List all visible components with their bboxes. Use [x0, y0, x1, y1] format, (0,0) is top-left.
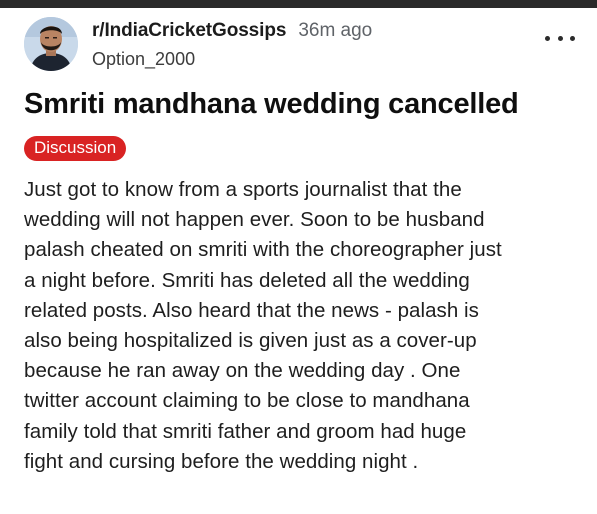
- body-line: palash cheated on smriti with the choreo…: [24, 238, 502, 262]
- post-meta: r/IndiaCricketGossips 36m ago Option_200…: [92, 20, 372, 70]
- post-author[interactable]: Option_2000: [92, 49, 372, 70]
- body-line: a night before. Smriti has deleted all t…: [24, 268, 470, 292]
- more-dot: [557, 35, 563, 41]
- post-title[interactable]: Smriti mandhana wedding cancelled: [24, 86, 579, 122]
- reddit-post: r/IndiaCricketGossips 36m ago Option_200…: [24, 8, 579, 508]
- meta-row: r/IndiaCricketGossips 36m ago: [92, 20, 372, 42]
- top-edge-strip: [0, 0, 597, 8]
- body-line: related posts. Also heard that the news …: [24, 298, 479, 322]
- screenshot-frame: r/IndiaCricketGossips 36m ago Option_200…: [0, 0, 597, 514]
- body-line: Just got to know from a sports journalis…: [24, 178, 462, 201]
- body-line: also being hospitalized is given just as…: [24, 329, 477, 353]
- subreddit-name[interactable]: r/IndiaCricketGossips: [92, 20, 286, 42]
- more-options-icon[interactable]: [545, 30, 575, 46]
- body-line: wedding will not happen ever. Soon to be…: [24, 208, 485, 232]
- post-body: Just got to know from a sports journalis…: [24, 175, 569, 477]
- user-avatar[interactable]: [24, 17, 78, 71]
- body-line: family told that smriti father and groom…: [24, 419, 467, 443]
- avatar-icon: [24, 17, 78, 71]
- post-flair[interactable]: Discussion: [24, 136, 127, 161]
- body-line: twitter account claiming to be close to …: [24, 389, 470, 413]
- body-line: because he ran away on the wedding day .…: [24, 359, 461, 383]
- body-line: fight and cursing before the wedding nig…: [24, 449, 419, 473]
- post-time: 36m ago: [298, 20, 373, 41]
- post-header: r/IndiaCricketGossips 36m ago Option_200…: [24, 8, 579, 71]
- more-dot: [570, 35, 575, 41]
- more-dot: [545, 35, 550, 41]
